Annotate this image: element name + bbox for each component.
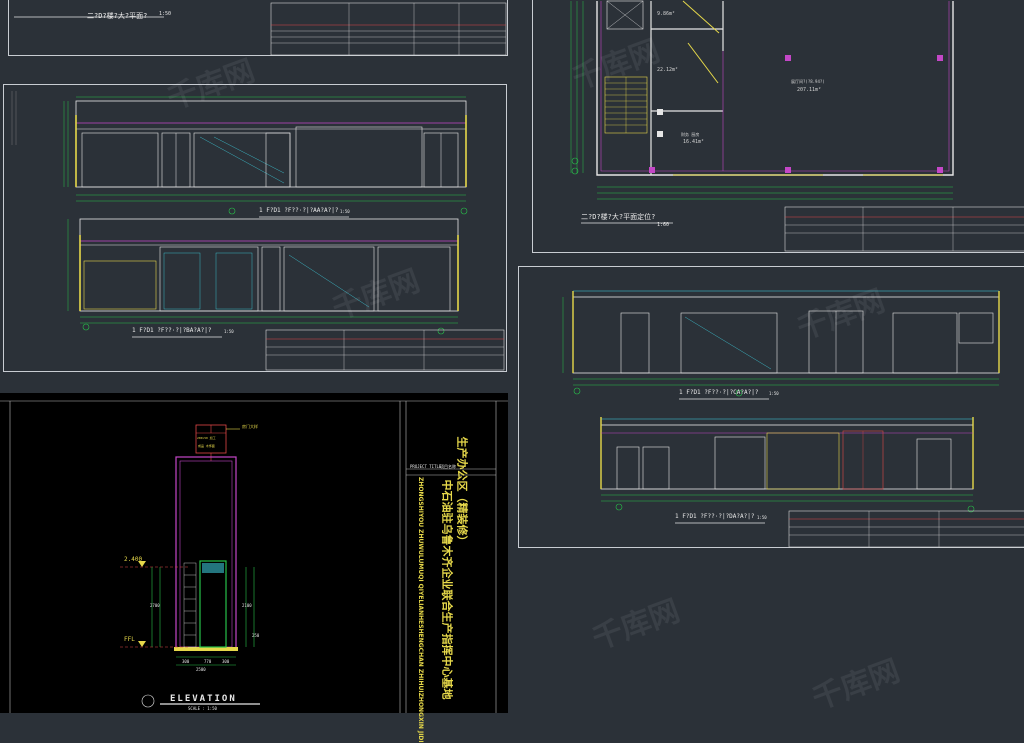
elevation-scale-da: 1:50 (757, 515, 767, 520)
room-area-label: 207.11m² (797, 87, 822, 93)
sheet-plan-top-left[interactable]: 二?D?楼?大?平面? 1:50 (8, 0, 508, 56)
elevation-drawing-aa (11, 91, 505, 371)
elevation-caption-aa: 1 F?D1 ?F??·?|?AA?A?|? (259, 207, 339, 214)
project-title-pinyin: ZHONGSHIYOU ZHUWULUMUQI QIYELIANHESHENGC… (417, 477, 424, 743)
dimension-label: 300 (182, 659, 190, 664)
sheet-floor-plan[interactable]: 9.86m² 22.12m² 财务 厨房 16.41m² 展厅间?(?8.94?… (532, 0, 1024, 253)
level-label-top: 2.400 (124, 556, 143, 563)
watermark: 千库网 (807, 653, 905, 718)
dimension-label: 770 (204, 659, 212, 664)
dimension-label: 2100 (242, 603, 252, 608)
elevation-caption-da: 1 F?D1 ?F??·?|?DA?A?|? (675, 513, 755, 520)
room-name-label: 展厅间?(?8.94?) (791, 79, 825, 84)
room-area-label: 9.86m² (657, 11, 676, 17)
tag-label: 房门大样 (242, 424, 258, 429)
sheet-elevation-detail[interactable]: 房门大样 200×50 加工 成品 木饰面 2.400 FFL 2700 210… (0, 393, 508, 743)
dimension-label: 250 (252, 633, 260, 638)
level-label-floor: FFL (124, 636, 135, 643)
watermark: 千库网 (587, 593, 685, 658)
elevation-scale-ba: 1:50 (224, 329, 234, 334)
note-label: 200×50 加工 (197, 436, 216, 440)
project-title-block: ZHONGSHIYOU ZHUWULUMUQI QIYELIANHESHENGC… (410, 437, 490, 743)
dimension-label: 300 (222, 659, 230, 664)
elevation-scale-ca: 1:50 (769, 391, 779, 396)
project-title-line2: 生产办公区（精装修） (455, 436, 469, 547)
sheet-elevations-left[interactable]: 1 F?D1 ?F??·?|?AA?A?|? 1:50 1 F?D1 ?F??·… (3, 84, 507, 372)
room-area-label: 16.41m² (683, 139, 705, 145)
note-label: 成品 木饰面 (198, 444, 215, 448)
dimension-label: 2500 (196, 667, 206, 672)
title-block (14, 2, 507, 56)
elevation-caption-ca: 1 F?D1 ?F??·?|?CA?A?|? (679, 389, 759, 396)
elevation-scale-aa: 1:50 (340, 209, 350, 214)
elevation-caption-ba: 1 F?D1 ?F??·?|?BA?A?|? (132, 327, 212, 334)
floor-plan-scale: 1:60 (657, 222, 670, 228)
elevation-drawing-ca (562, 290, 1024, 548)
project-title-line1: 中石油驻乌鲁木齐企业联合生产指挥中心基地 (440, 479, 454, 700)
sheet-elevations-right[interactable]: 1 F?D1 ?F??·?|?CA?A?|? 1:50 1 F?D1 ?F??·… (518, 266, 1024, 548)
project-title-label: PROJECT TITLE (410, 464, 442, 469)
elevation-scale: SCALE : 1:50 (188, 706, 217, 711)
room-name-label: 财务 厨房 (681, 132, 700, 137)
elevation-title: ELEVATION (170, 694, 237, 704)
dimension-label: 2700 (150, 603, 160, 608)
floor-plan-caption: 二?D?楼?大?平面定位? (581, 213, 656, 221)
